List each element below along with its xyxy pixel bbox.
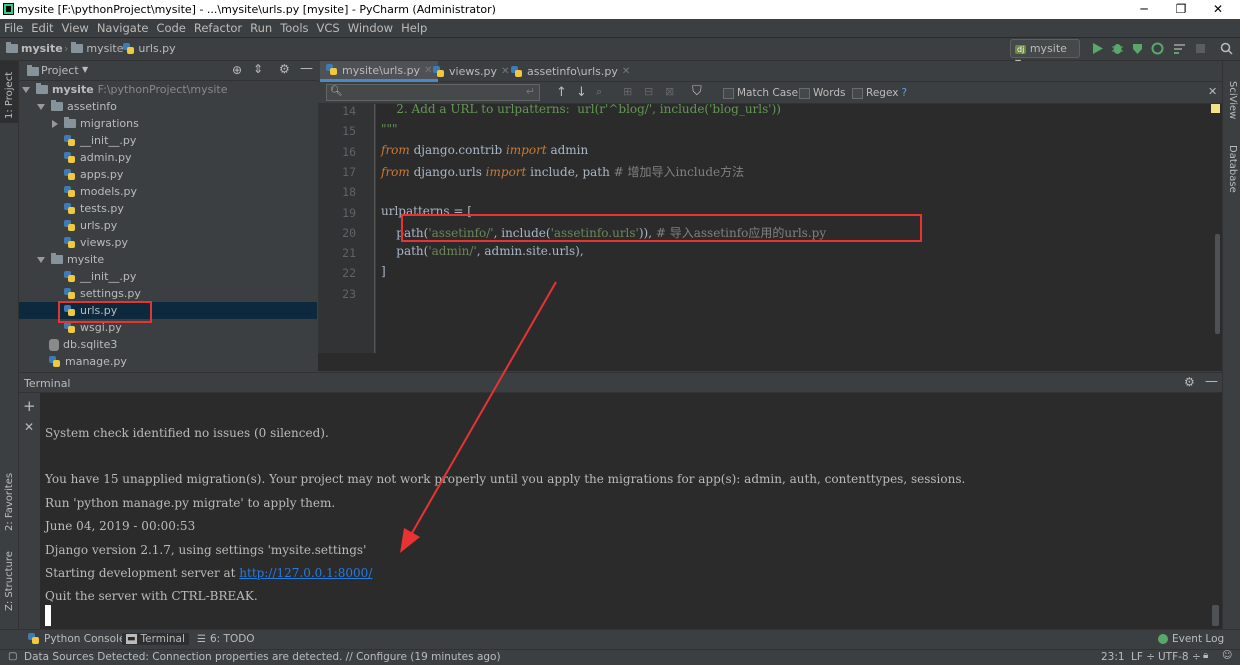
annotation-arrow	[400, 281, 557, 553]
